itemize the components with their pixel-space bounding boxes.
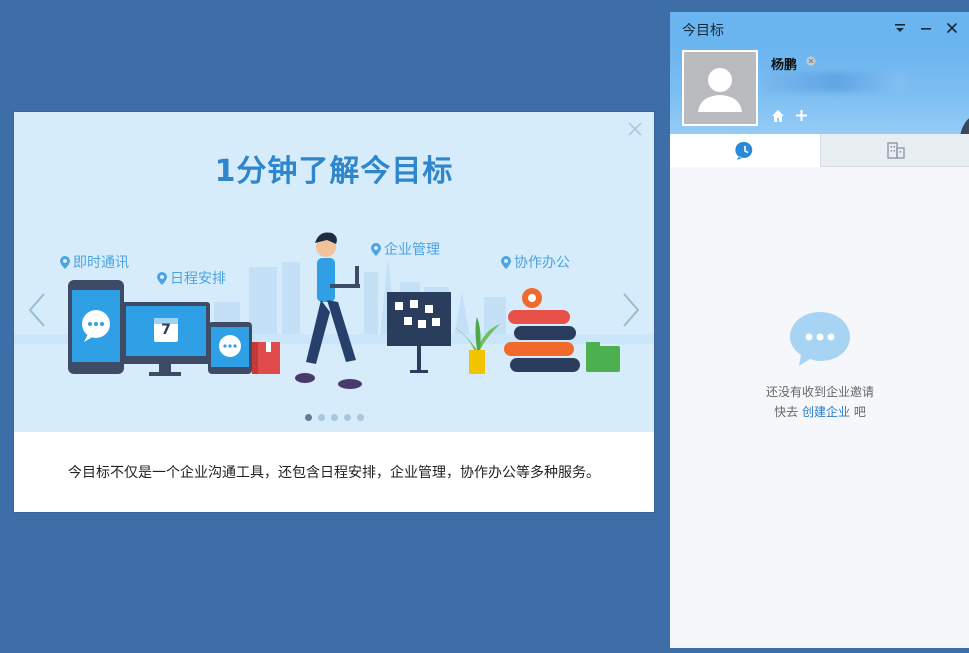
- empty-state: 还没有收到企业邀请 快去 创建企业 吧: [670, 310, 969, 422]
- previous-arrow-icon[interactable]: [26, 292, 48, 328]
- tag-label: 即时通讯: [73, 255, 129, 271]
- status-offline-icon[interactable]: [806, 56, 816, 66]
- carousel-dot[interactable]: [330, 414, 338, 421]
- location-pin-icon: [60, 255, 70, 269]
- create-enterprise-link[interactable]: 创建企业: [802, 405, 850, 419]
- tag-collaborative-office: 协作办公: [501, 252, 570, 272]
- carousel-dot[interactable]: [304, 414, 312, 421]
- tag-instant-messaging: 即时通讯: [60, 252, 129, 272]
- calendar-day: 7: [161, 322, 171, 338]
- client-panel: 今目标 杨鹏 还没有收到企业邀请 快去 创建企业 吧: [669, 12, 969, 648]
- home-icon[interactable]: [771, 109, 785, 123]
- intro-banner: 1分钟了解今目标 即时通讯 日程安排 企业管理 协作办公 7: [14, 112, 654, 432]
- signature-blurred: [766, 72, 906, 92]
- panel-tabs: [670, 134, 969, 167]
- empty-state-text: 还没有收到企业邀请 快去 创建企业 吧: [670, 382, 969, 422]
- empty-state-line1: 还没有收到企业邀请: [765, 385, 874, 399]
- tab-messages[interactable]: [670, 134, 820, 167]
- tag-enterprise-management: 企业管理: [371, 239, 440, 259]
- carousel-dot[interactable]: [343, 414, 351, 421]
- location-pin-icon: [157, 271, 167, 285]
- user-name: 杨鹏: [771, 58, 798, 73]
- intro-dialog: 1分钟了解今目标 即时通讯 日程安排 企业管理 协作办公 7 今目标不仅是一个企…: [14, 112, 654, 512]
- title-bar[interactable]: 今目标: [670, 12, 969, 44]
- close-icon[interactable]: [626, 120, 644, 138]
- add-icon[interactable]: [795, 109, 808, 122]
- dropdown-menu-icon[interactable]: [892, 20, 908, 36]
- carousel-dot[interactable]: [356, 414, 364, 421]
- close-window-icon[interactable]: [944, 20, 960, 36]
- intro-description: 今目标不仅是一个企业沟通工具，还包含日程安排，企业管理，协作办公等多种服务。: [68, 465, 600, 481]
- chat-bubble-icon: [790, 312, 850, 366]
- tag-label: 日程安排: [170, 271, 226, 287]
- location-pin-icon: [501, 255, 511, 269]
- minimize-icon[interactable]: [918, 20, 934, 36]
- avatar[interactable]: [682, 50, 758, 126]
- recent-clock-icon: [735, 141, 753, 160]
- app-title: 今目标: [682, 23, 724, 39]
- location-pin-icon: [371, 242, 381, 256]
- empty-state-suffix: 吧: [853, 405, 866, 419]
- floating-widget[interactable]: [960, 114, 969, 134]
- tag-label: 协作办公: [514, 255, 570, 271]
- carousel-dot[interactable]: [317, 414, 325, 421]
- empty-state-prefix: 快去: [774, 405, 799, 419]
- building-icon: [886, 142, 905, 159]
- default-user-icon: [698, 68, 742, 112]
- tag-schedule: 日程安排: [157, 268, 226, 288]
- empty-state-line2: 快去 创建企业 吧: [670, 402, 969, 422]
- tab-organization[interactable]: [820, 134, 969, 167]
- profile-header: 杨鹏: [670, 44, 969, 134]
- carousel-pagination: [14, 414, 654, 421]
- next-arrow-icon[interactable]: [620, 292, 642, 328]
- tag-label: 企业管理: [384, 242, 440, 258]
- intro-title: 1分钟了解今目标: [214, 154, 454, 189]
